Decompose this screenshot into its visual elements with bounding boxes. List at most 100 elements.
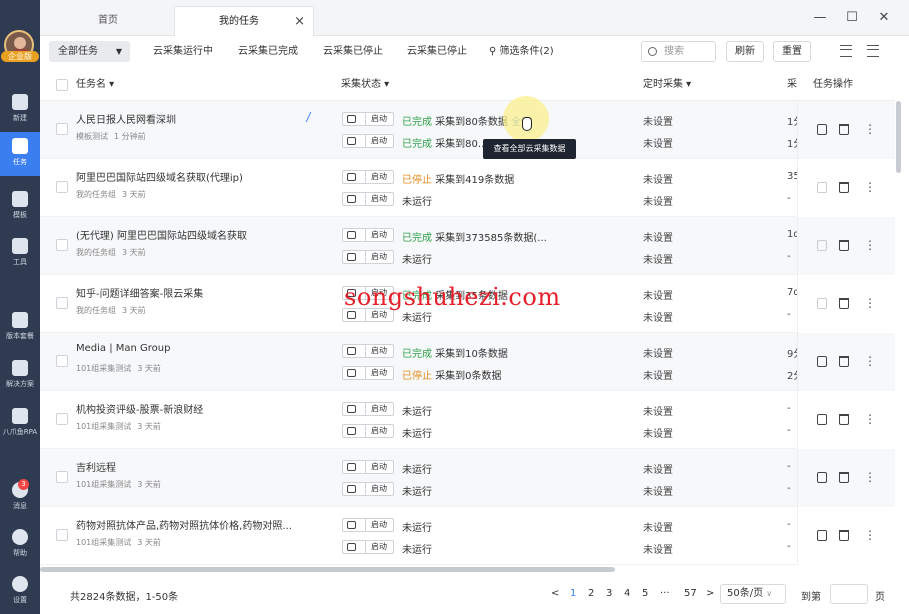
tree-view-icon[interactable] xyxy=(867,45,879,57)
copy-icon[interactable] xyxy=(817,472,827,483)
next-page-button[interactable]: > xyxy=(706,588,714,599)
table-row[interactable]: 机构投资评级-股票-新浪财经 101组采集测试 3 天前 启动 启动 未运行 未运行 未设… xyxy=(40,391,895,449)
page-1[interactable]: 1 xyxy=(570,588,576,599)
trash-icon[interactable] xyxy=(839,182,849,193)
close-icon[interactable]: × xyxy=(294,7,305,37)
column-status[interactable]: 采集状态 ▾ xyxy=(341,69,389,101)
sidebar-item-settings[interactable]: 设置 xyxy=(0,570,40,614)
sidebar-item-templates[interactable]: 模板 xyxy=(0,185,40,229)
copy-icon[interactable] xyxy=(817,356,827,367)
local-start-button[interactable]: 启动 xyxy=(342,424,394,438)
horizontal-scrollbar[interactable] xyxy=(40,567,615,572)
sidebar-item-help[interactable]: 帮助 xyxy=(0,523,40,567)
more-icon[interactable]: ⋮ xyxy=(864,123,876,135)
row-checkbox[interactable] xyxy=(56,413,68,425)
trash-icon[interactable] xyxy=(839,356,849,367)
filter-cloud-running[interactable]: 云采集运行中 xyxy=(153,41,213,62)
filter-cloud-stopped[interactable]: 云采集已停止 xyxy=(323,41,383,62)
more-icon[interactable]: ⋮ xyxy=(864,355,876,367)
row-checkbox[interactable] xyxy=(56,297,68,309)
copy-icon[interactable] xyxy=(817,298,827,309)
tab-my-tasks[interactable]: 我的任务 × xyxy=(174,6,314,36)
sidebar-item-tools[interactable]: 工具 xyxy=(0,232,40,276)
table-row[interactable]: 药物对照抗体产品,药物对照抗体价格,药物对照... 101组采集测试 3 天前 启动启… xyxy=(40,507,895,565)
filter-cloud-stopped-2[interactable]: 云采集已停止 xyxy=(407,41,467,62)
table-row[interactable]: 阿里巴巴国际站四级域名获取(代理ip) 我的任务组 3 天前 启动 启动 已停止 采集到4… xyxy=(40,159,895,217)
tab-home[interactable]: 首页 xyxy=(60,6,170,36)
more-icon[interactable]: ⋮ xyxy=(864,413,876,425)
more-icon[interactable]: ⋮ xyxy=(864,181,876,193)
task-name[interactable]: Media | Man Group xyxy=(76,343,170,354)
trash-icon[interactable] xyxy=(839,298,849,309)
more-icon[interactable]: ⋮ xyxy=(864,471,876,483)
select-all-checkbox[interactable] xyxy=(56,79,68,91)
sidebar-item-tasks[interactable]: 任务 xyxy=(0,132,40,176)
task-name[interactable]: 药物对照抗体产品,药物对照抗体价格,药物对照... xyxy=(76,517,292,532)
page-size-select[interactable]: 50条/页 ∨ xyxy=(720,584,786,604)
refresh-button[interactable]: 刷新 xyxy=(726,41,764,62)
filter-cloud-done[interactable]: 云采集已完成 xyxy=(238,41,298,62)
trash-icon[interactable] xyxy=(839,472,849,483)
task-name[interactable]: 机构投资评级-股票-新浪财经 xyxy=(76,401,203,416)
edit-icon[interactable] xyxy=(305,112,319,122)
copy-icon[interactable] xyxy=(817,240,827,251)
cloud-start-button[interactable]: 启动 xyxy=(342,112,394,126)
task-name[interactable]: 人民日报人民网看深圳 xyxy=(76,111,176,126)
table-row[interactable]: 人民日报人民网看深圳模板测试1 分钟前启动启动已完成 采集到80条数据 全部已完… xyxy=(40,101,895,159)
table-row[interactable]: Media | Man Group 101组采集测试 3 天前 启动 启动 已完成 采集到… xyxy=(40,333,895,391)
trash-icon[interactable] xyxy=(839,240,849,251)
list-view-icon[interactable] xyxy=(840,45,852,57)
sidebar-item-plans[interactable]: 版本套餐 xyxy=(0,306,40,350)
row-checkbox[interactable] xyxy=(56,239,68,251)
all-tasks-dropdown[interactable]: 全部任务 ▼ xyxy=(49,41,130,62)
vertical-scrollbar[interactable] xyxy=(896,101,901,173)
page-57[interactable]: 57 xyxy=(684,588,697,599)
page-5[interactable]: 5 xyxy=(642,588,648,599)
minimize-icon[interactable]: — xyxy=(812,10,828,25)
maximize-icon[interactable]: ☐ xyxy=(844,10,860,25)
column-name[interactable]: 任务名 ▾ xyxy=(76,69,114,101)
local-start-button[interactable]: 启动 xyxy=(342,482,394,496)
cloud-start-button[interactable]: 启动 xyxy=(342,460,394,474)
cloud-start-button[interactable]: 启动 xyxy=(342,518,394,532)
task-name[interactable]: 阿里巴巴国际站四级域名获取(代理ip) xyxy=(76,169,243,184)
row-checkbox[interactable] xyxy=(56,123,68,135)
filter-conditions[interactable]: ⚲ 筛选条件(2) xyxy=(489,41,554,62)
sidebar-item-new[interactable]: 新建 xyxy=(0,88,40,132)
row-checkbox[interactable] xyxy=(56,529,68,541)
row-checkbox[interactable] xyxy=(56,181,68,193)
local-start-button[interactable]: 启动 xyxy=(342,134,394,148)
page-3[interactable]: 3 xyxy=(606,588,612,599)
task-name[interactable]: 吉利远程 xyxy=(76,459,116,474)
copy-icon[interactable] xyxy=(817,182,827,193)
search-input[interactable]: 搜索 xyxy=(641,41,716,62)
trash-icon[interactable] xyxy=(839,414,849,425)
local-start-button[interactable]: 启动 xyxy=(342,366,394,380)
cloud-start-button[interactable]: 启动 xyxy=(342,344,394,358)
local-start-button[interactable]: 启动 xyxy=(342,250,394,264)
row-checkbox[interactable] xyxy=(56,471,68,483)
copy-icon[interactable] xyxy=(817,124,827,135)
column-schedule[interactable]: 定时采集 ▾ xyxy=(643,69,691,101)
table-row[interactable]: 吉利远程 101组采集测试 3 天前 启动 启动 未运行 未运行 未设置 未设置 - - ⋮ xyxy=(40,449,895,507)
trash-icon[interactable] xyxy=(839,530,849,541)
sidebar-item-solutions[interactable]: 解决方案 xyxy=(0,354,40,398)
more-icon[interactable]: ⋮ xyxy=(864,239,876,251)
reset-button[interactable]: 重置 xyxy=(773,41,811,62)
more-icon[interactable]: ⋮ xyxy=(864,529,876,541)
cloud-start-button[interactable]: 启动 xyxy=(342,170,394,184)
local-start-button[interactable]: 启动 xyxy=(342,540,394,554)
row-checkbox[interactable] xyxy=(56,355,68,367)
sidebar-item-rpa[interactable]: 八爪鱼RPA xyxy=(0,402,40,446)
prev-page-button[interactable]: < xyxy=(551,588,559,599)
local-start-button[interactable]: 启动 xyxy=(342,192,394,206)
window-close-icon[interactable]: ✕ xyxy=(876,10,892,25)
copy-icon[interactable] xyxy=(817,414,827,425)
copy-icon[interactable] xyxy=(817,530,827,541)
sidebar-item-messages[interactable]: 3 消息 xyxy=(0,476,40,520)
task-name[interactable]: 知乎-问题详细答案-限云采集 xyxy=(76,285,203,300)
page-2[interactable]: 2 xyxy=(588,588,594,599)
cloud-start-button[interactable]: 启动 xyxy=(342,228,394,242)
page-4[interactable]: 4 xyxy=(624,588,630,599)
jump-page-input[interactable] xyxy=(830,584,868,604)
